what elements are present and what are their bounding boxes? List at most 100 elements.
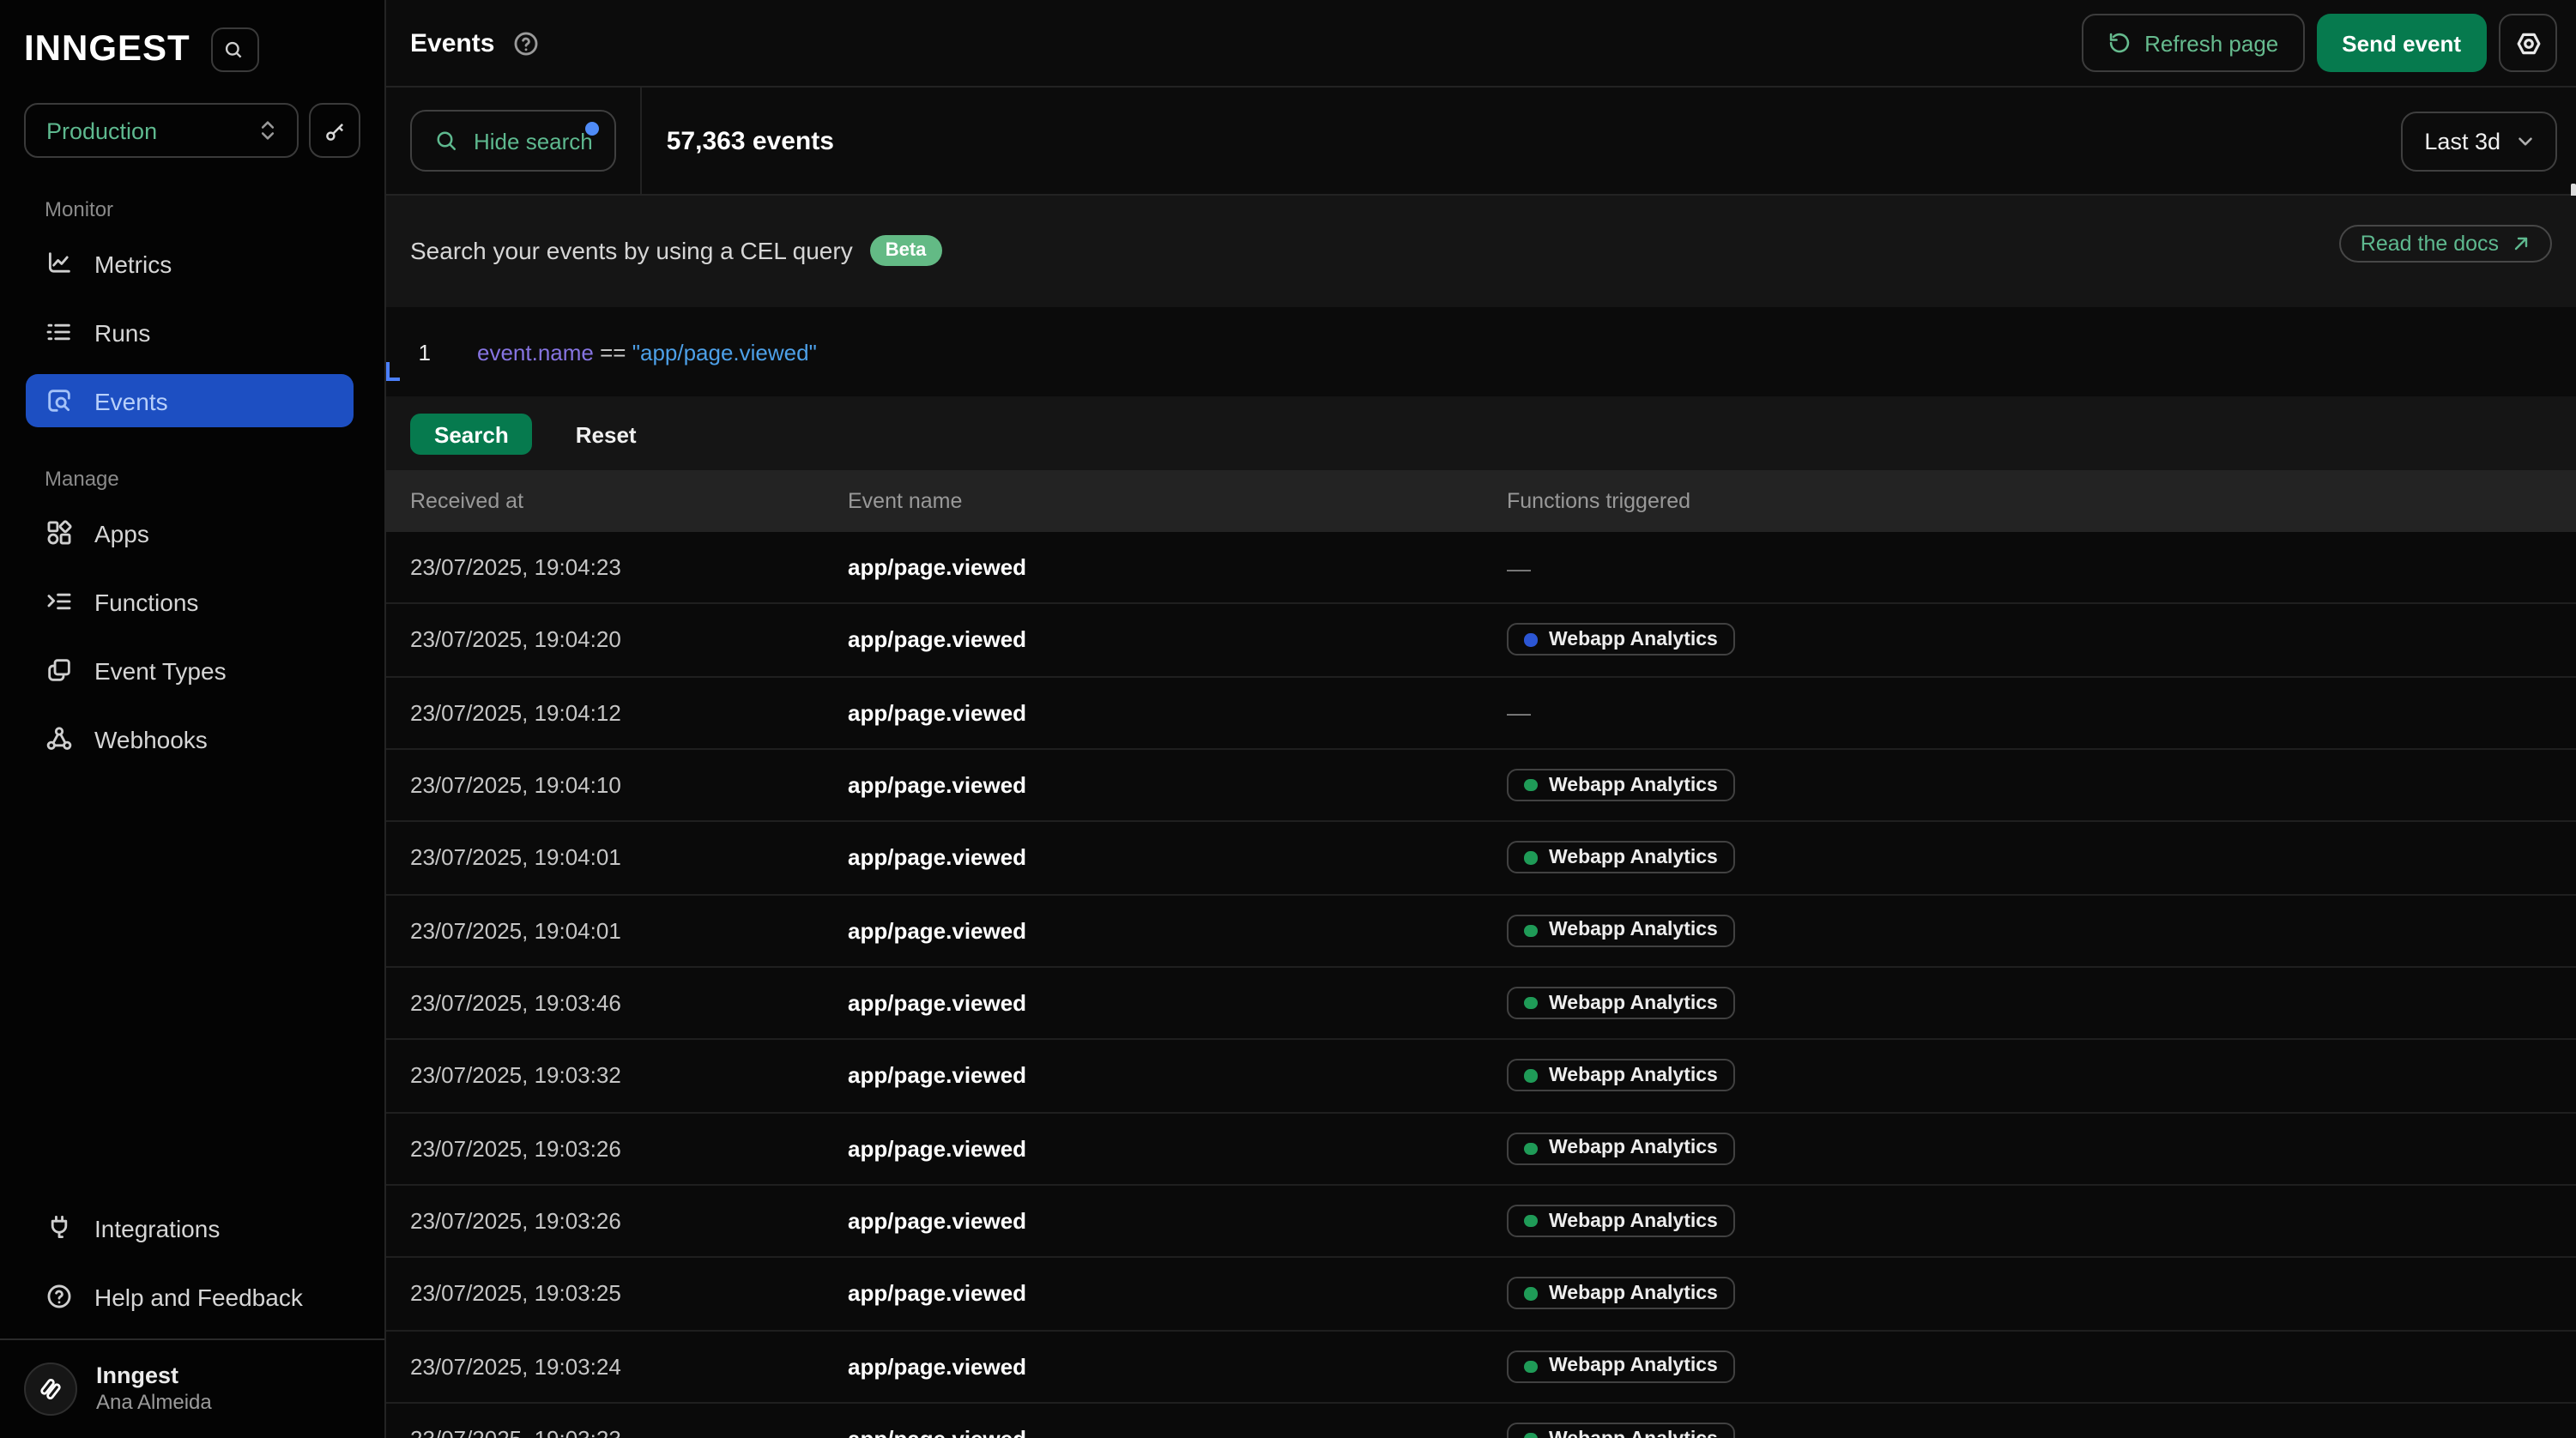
send-event-button[interactable]: Send event — [2316, 14, 2487, 72]
function-badge[interactable]: Webapp Analytics — [1507, 842, 1735, 874]
table-row[interactable]: 23/07/2025, 19:04:10 app/page.viewed Web… — [386, 750, 2576, 823]
cel-search-panel: Search your events by using a CEL query … — [386, 196, 2576, 470]
read-the-docs-label: Read the docs — [2361, 232, 2499, 256]
received-at-cell: 23/07/2025, 19:03:25 — [410, 1281, 848, 1307]
search-button[interactable]: Search — [410, 414, 533, 455]
copy-squares-icon — [45, 656, 74, 685]
page-title: Events — [410, 28, 494, 57]
event-keys-button[interactable] — [309, 103, 360, 158]
sidebar-item-integrations[interactable]: Integrations — [26, 1201, 354, 1254]
sidebar-item-label: Metrics — [94, 250, 172, 277]
time-range-selector[interactable]: Last 3d — [2400, 111, 2557, 171]
event-name-cell: app/page.viewed — [848, 845, 1507, 871]
function-name: Webapp Analytics — [1549, 1139, 1718, 1159]
function-list-icon — [45, 587, 74, 616]
sidebar-section-monitor: Monitor — [0, 197, 384, 223]
table-row[interactable]: 23/07/2025, 19:04:12 app/page.viewed — — [386, 677, 2576, 750]
event-name-cell: app/page.viewed — [848, 1354, 1507, 1380]
event-name-cell: app/page.viewed — [848, 918, 1507, 944]
table-row[interactable]: 23/07/2025, 19:04:20 app/page.viewed Web… — [386, 605, 2576, 678]
received-at-cell: 23/07/2025, 19:03:46 — [410, 990, 848, 1016]
table-row[interactable]: 23/07/2025, 19:04:01 app/page.viewed Web… — [386, 895, 2576, 968]
functions-cell: Webapp Analytics — [1507, 1423, 2576, 1438]
received-at-cell: 23/07/2025, 19:04:01 — [410, 845, 848, 871]
function-badge[interactable]: Webapp Analytics — [1507, 1423, 1735, 1438]
app-root: INNGEST Production Monitor — [0, 0, 2576, 1438]
event-name-cell: app/page.viewed — [848, 1281, 1507, 1307]
functions-cell: Webapp Analytics — [1507, 987, 2576, 1019]
function-badge[interactable]: Webapp Analytics — [1507, 1350, 1735, 1383]
received-at-cell: 23/07/2025, 19:03:23 — [410, 1426, 848, 1438]
sidebar-item-metrics[interactable]: Metrics — [26, 237, 354, 290]
table-row[interactable]: 23/07/2025, 19:03:26 app/page.viewed Web… — [386, 1113, 2576, 1186]
function-badge[interactable]: Webapp Analytics — [1507, 624, 1735, 656]
time-range-value: Last 3d — [2424, 128, 2500, 154]
settings-button[interactable] — [2499, 14, 2557, 72]
function-name: Webapp Analytics — [1549, 921, 1718, 941]
sidebar-footer: Integrations Help and Feedback Inngest A… — [0, 1201, 384, 1438]
page-help-icon[interactable] — [511, 28, 541, 57]
column-received-at: Received at — [410, 489, 848, 513]
sidebar-item-events[interactable]: Events — [26, 374, 354, 427]
event-name-cell: app/page.viewed — [848, 772, 1507, 798]
function-name: Webapp Analytics — [1549, 993, 1718, 1013]
apps-shapes-icon — [45, 518, 74, 547]
function-badge[interactable]: Webapp Analytics — [1507, 987, 1735, 1019]
profile-menu[interactable]: Inngest Ana Almeida — [0, 1340, 384, 1438]
function-name: Webapp Analytics — [1549, 1211, 1718, 1231]
function-badge[interactable]: Webapp Analytics — [1507, 1133, 1735, 1165]
function-badge[interactable]: Webapp Analytics — [1507, 1060, 1735, 1092]
environment-selector[interactable]: Production — [24, 103, 299, 158]
sidebar-item-label: Event Types — [94, 656, 227, 684]
refresh-page-label: Refresh page — [2144, 30, 2278, 56]
sidebar-item-apps[interactable]: Apps — [26, 506, 354, 559]
functions-cell: Webapp Analytics — [1507, 1350, 2576, 1383]
table-row[interactable]: 23/07/2025, 19:03:32 app/page.viewed Web… — [386, 1041, 2576, 1114]
sidebar-section-manage: Manage — [0, 467, 384, 492]
functions-cell: Webapp Analytics — [1507, 842, 2576, 874]
org-name: Inngest — [96, 1362, 212, 1390]
table-row[interactable]: 23/07/2025, 19:03:24 app/page.viewed Web… — [386, 1331, 2576, 1404]
sidebar-item-label: Webhooks — [94, 725, 208, 752]
functions-cell: — — [1507, 553, 2576, 581]
user-name: Ana Almeida — [96, 1390, 212, 1416]
table-row[interactable]: 23/07/2025, 19:04:23 app/page.viewed — — [386, 532, 2576, 605]
sidebar-item-help-and-feedback[interactable]: Help and Feedback — [26, 1270, 354, 1323]
event-name-cell: app/page.viewed — [848, 1426, 1507, 1438]
function-badge[interactable]: Webapp Analytics — [1507, 769, 1735, 801]
functions-cell: — — [1507, 699, 2576, 727]
chart-line-icon — [45, 249, 74, 278]
sidebar-item-label: Events — [94, 387, 168, 414]
search-icon — [224, 39, 246, 61]
sidebar-item-functions[interactable]: Functions — [26, 575, 354, 628]
event-name-cell: app/page.viewed — [848, 554, 1507, 580]
read-the-docs-button[interactable]: Read the docs — [2340, 225, 2552, 263]
events-toolbar: Hide search 57,363 events Last 3d — [386, 88, 2576, 196]
editor-line-number: 1 — [410, 339, 431, 365]
table-row[interactable]: 23/07/2025, 19:03:46 app/page.viewed Web… — [386, 968, 2576, 1041]
global-search-button[interactable] — [211, 27, 259, 72]
function-badge[interactable]: Webapp Analytics — [1507, 915, 1735, 947]
received-at-cell: 23/07/2025, 19:04:12 — [410, 700, 848, 726]
table-row[interactable]: 23/07/2025, 19:03:26 app/page.viewed Web… — [386, 1186, 2576, 1259]
table-header: Received at Event name Functions trigger… — [386, 470, 2576, 532]
plug-icon — [45, 1213, 74, 1242]
table-row[interactable]: 23/07/2025, 19:04:01 app/page.viewed Web… — [386, 823, 2576, 896]
chevron-down-icon — [2514, 130, 2537, 152]
sidebar-item-runs[interactable]: Runs — [26, 305, 354, 359]
function-name: Webapp Analytics — [1549, 1356, 1718, 1377]
table-row[interactable]: 23/07/2025, 19:03:25 app/page.viewed Web… — [386, 1259, 2576, 1332]
hide-search-button[interactable]: Hide search — [410, 110, 617, 172]
cel-query-editor[interactable]: 1 event.name == "app/page.viewed" — [386, 307, 2576, 396]
sidebar-item-webhooks[interactable]: Webhooks — [26, 712, 354, 765]
refresh-page-button[interactable]: Refresh page — [2081, 14, 2304, 72]
table-row[interactable]: 23/07/2025, 19:03:23 app/page.viewed Web… — [386, 1404, 2576, 1438]
status-dot-green — [1524, 997, 1537, 1010]
environment-row: Production — [0, 72, 384, 158]
function-badge[interactable]: Webapp Analytics — [1507, 1278, 1735, 1310]
chevrons-up-down-icon — [256, 118, 280, 142]
manage-nav: Apps Functions Event Types Webhooks — [0, 506, 384, 765]
reset-button[interactable]: Reset — [576, 421, 637, 447]
function-badge[interactable]: Webapp Analytics — [1507, 1205, 1735, 1237]
sidebar-item-event-types[interactable]: Event Types — [26, 643, 354, 697]
